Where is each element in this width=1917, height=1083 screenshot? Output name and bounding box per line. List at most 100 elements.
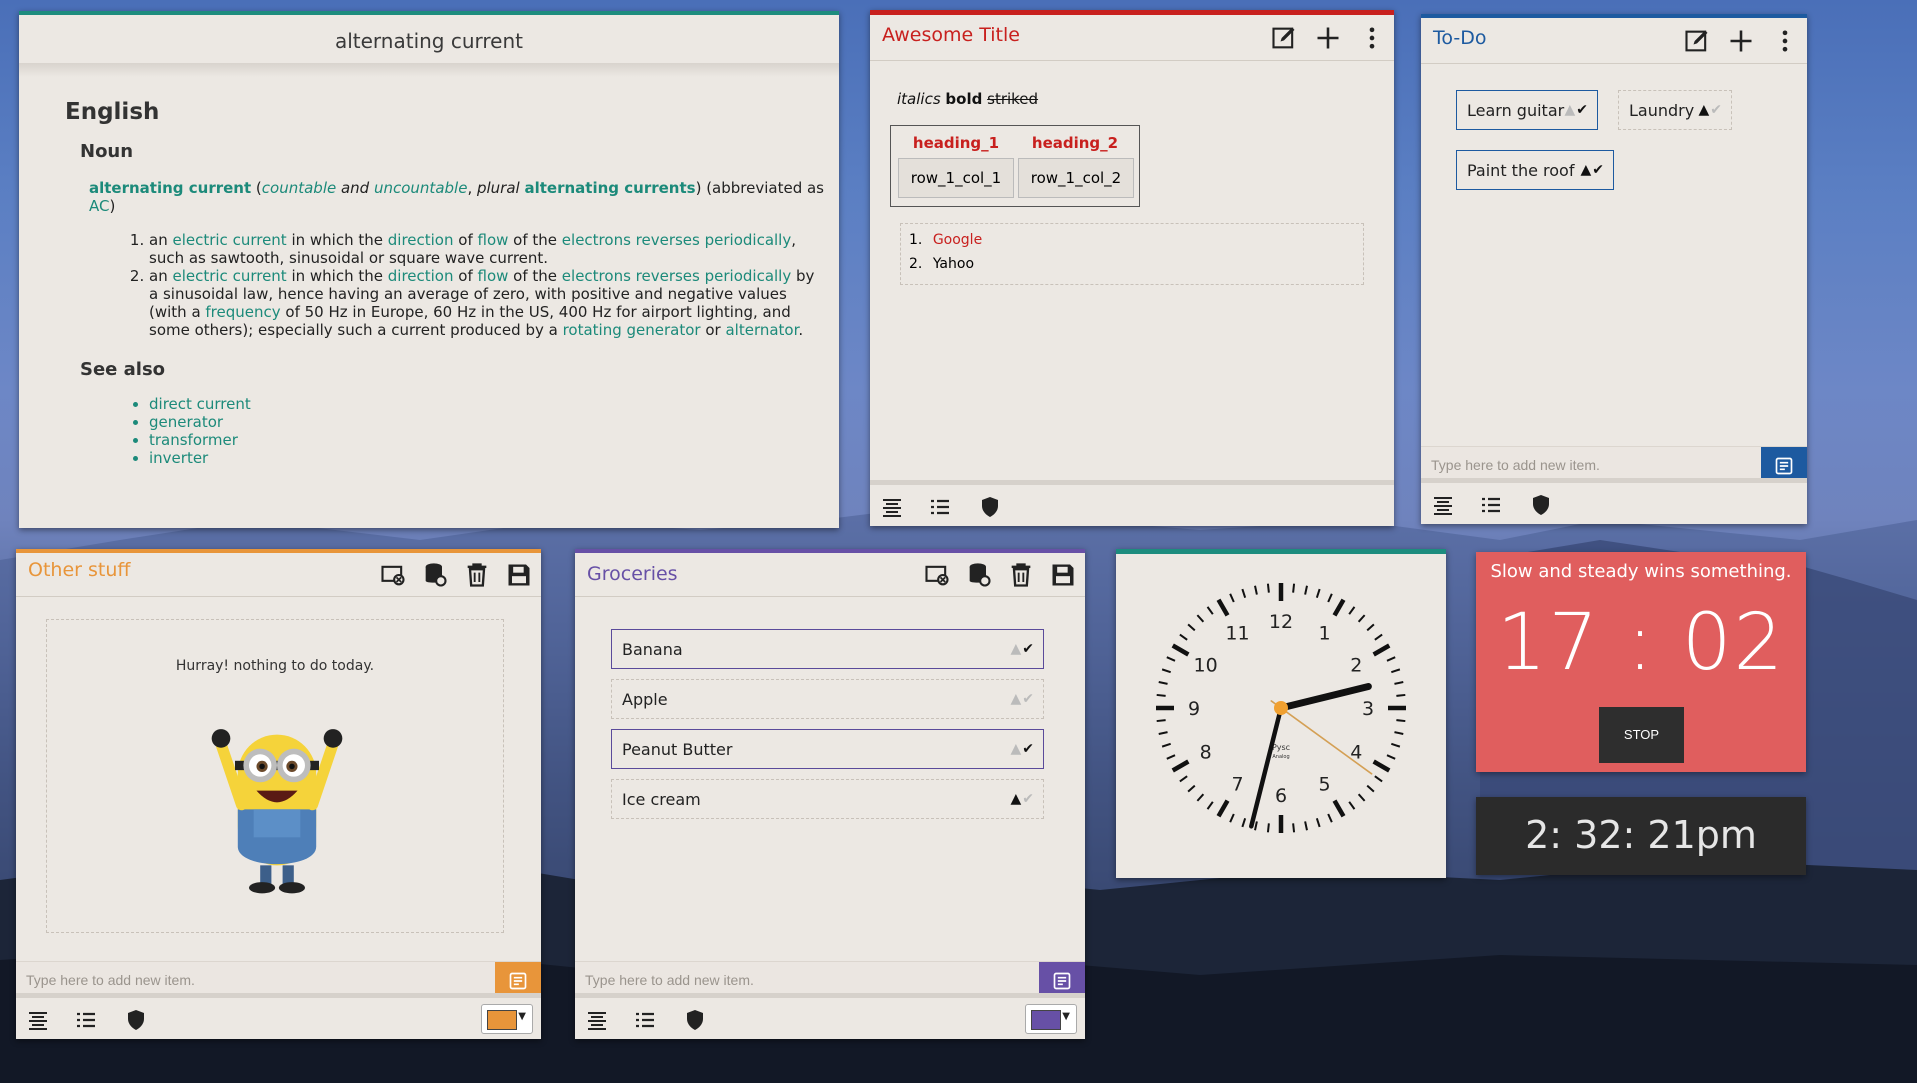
see-also-link[interactable]: transformer <box>149 431 238 449</box>
shield-icon[interactable] <box>683 1008 707 1032</box>
color-picker[interactable]: ▼ <box>1025 1004 1077 1034</box>
plural-link[interactable]: alternating currents <box>525 179 696 197</box>
clock-tick <box>1304 585 1308 595</box>
bold-text: bold <box>945 90 983 108</box>
grocery-item[interactable]: Banana ▲✔ <box>611 629 1044 669</box>
table-cell: row_1_col_2 <box>1018 158 1134 198</box>
clock-tick <box>1156 693 1166 697</box>
clock-tick <box>1187 623 1196 632</box>
other-header: Other stuff <box>16 553 541 597</box>
status-icons[interactable]: ▲✔ <box>1010 791 1035 807</box>
table-header: heading_2 <box>1031 134 1119 152</box>
def-link[interactable]: direction <box>388 267 454 285</box>
more-vert-icon[interactable] <box>1358 24 1386 52</box>
color-picker[interactable]: ▼ <box>481 1004 533 1034</box>
def-link[interactable]: flow <box>478 267 509 285</box>
google-link[interactable]: Google <box>933 232 982 248</box>
todo-item[interactable]: Paint the roof ▲✔ <box>1456 150 1614 190</box>
trash-icon[interactable] <box>463 561 491 589</box>
clock-tick <box>1292 823 1296 833</box>
see-also-heading: See also <box>80 359 166 380</box>
clock-tick <box>1366 623 1375 632</box>
def-link[interactable]: electrons reverses periodically <box>562 231 791 249</box>
edit-icon[interactable] <box>1683 27 1711 55</box>
pos-heading: Noun <box>80 141 134 162</box>
abbr-text: ) (abbreviated as <box>695 179 824 197</box>
clock-center-pin <box>1274 701 1288 715</box>
see-also-link[interactable]: generator <box>149 413 223 431</box>
shield-icon[interactable] <box>978 495 1002 519</box>
add-item-input[interactable]: Type here to add new item. <box>1431 457 1600 473</box>
list-icon[interactable] <box>1479 493 1503 517</box>
list-icon[interactable] <box>928 495 952 519</box>
status-icons[interactable]: ▲✔ <box>1010 641 1035 657</box>
note-table: heading_1 heading_2 row_1_col_1 row_1_co… <box>890 125 1140 207</box>
align-icon[interactable] <box>26 1008 50 1032</box>
add-item-input[interactable]: Type here to add new item. <box>585 972 754 988</box>
clock-tick <box>1391 668 1401 674</box>
grocery-item[interactable]: Peanut Butter ▲✔ <box>611 729 1044 769</box>
clock-tick <box>1216 799 1230 818</box>
grocery-item[interactable]: Apple ▲✔ <box>611 679 1044 719</box>
clear-done-icon[interactable] <box>923 561 951 589</box>
add-icon[interactable] <box>1727 27 1755 55</box>
clock-tick <box>1396 693 1406 697</box>
note-list: 1. Google 2. Yahoo <box>900 223 1364 285</box>
status-icons[interactable]: ▲✔ <box>1580 162 1605 178</box>
clear-done-icon[interactable] <box>379 561 407 589</box>
list-icon[interactable] <box>633 1008 657 1032</box>
groceries-title: Groceries <box>587 563 678 585</box>
shield-icon[interactable] <box>1529 493 1553 517</box>
clock-number: 2 <box>1350 655 1362 677</box>
groceries-widget: Groceries Banana ▲✔ Apple ▲✔ Peanut Butt… <box>575 549 1085 1039</box>
clock-tick <box>1171 759 1190 773</box>
color-swatch <box>1031 1010 1061 1030</box>
clock-tick <box>1327 813 1333 823</box>
abbr-link[interactable]: AC <box>89 197 109 215</box>
timer-message: Slow and steady wins something. <box>1490 561 1792 582</box>
countable-link[interactable]: countable <box>262 179 336 197</box>
todo-item[interactable]: Learn guitar ▲✔ <box>1456 90 1598 130</box>
hour-hand <box>1277 682 1372 712</box>
stop-button[interactable]: STOP <box>1599 707 1684 763</box>
list-number: 1. <box>909 232 923 248</box>
def-link[interactable]: flow <box>478 231 509 249</box>
see-also-link[interactable]: inverter <box>149 449 208 467</box>
save-icon[interactable] <box>505 561 533 589</box>
database-icon[interactable] <box>965 561 993 589</box>
align-icon[interactable] <box>880 495 904 519</box>
headword-link[interactable]: alternating current <box>89 179 251 197</box>
list-icon[interactable] <box>74 1008 98 1032</box>
status-icons[interactable]: ▲✔ <box>1010 691 1035 707</box>
align-icon[interactable] <box>585 1008 609 1032</box>
add-icon[interactable] <box>1314 24 1342 52</box>
edit-icon[interactable] <box>1270 24 1298 52</box>
clock-brand: Pysc <box>1272 743 1290 752</box>
shield-icon[interactable] <box>124 1008 148 1032</box>
def-link[interactable]: rotating generator <box>563 321 701 339</box>
def-link[interactable]: electrons reverses periodically <box>562 267 791 285</box>
groceries-toolbar: ▼ <box>575 993 1085 1039</box>
todo-item[interactable]: Laundry ▲✔ <box>1618 90 1732 130</box>
align-icon[interactable] <box>1431 493 1455 517</box>
status-icons[interactable]: ▲✔ <box>1010 741 1035 757</box>
def-link[interactable]: electric current <box>172 231 286 249</box>
status-icons[interactable]: ▲✔ <box>1564 102 1589 118</box>
clock-tick <box>1357 614 1366 623</box>
def-link[interactable]: electric current <box>172 267 286 285</box>
add-item-input[interactable]: Type here to add new item. <box>26 972 195 988</box>
save-icon[interactable] <box>1049 561 1077 589</box>
clock-tick <box>1372 643 1391 657</box>
clock-face: 121234567891011PyscAnalog <box>1156 583 1406 833</box>
uncountable-link[interactable]: uncountable <box>374 179 467 197</box>
clock-number: 8 <box>1200 742 1212 764</box>
see-also-link[interactable]: direct current <box>149 395 251 413</box>
database-icon[interactable] <box>421 561 449 589</box>
def-link[interactable]: alternator <box>725 321 798 339</box>
trash-icon[interactable] <box>1007 561 1035 589</box>
def-link[interactable]: frequency <box>205 303 280 321</box>
def-link[interactable]: direction <box>388 231 454 249</box>
grocery-item[interactable]: Ice cream ▲✔ <box>611 779 1044 819</box>
status-icons[interactable]: ▲✔ <box>1698 102 1723 118</box>
more-vert-icon[interactable] <box>1771 27 1799 55</box>
